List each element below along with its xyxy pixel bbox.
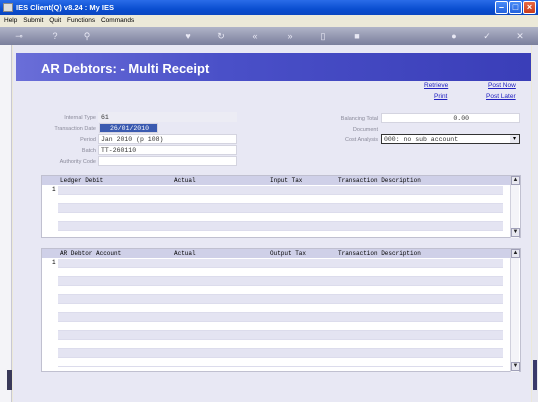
batch-field[interactable]: TT-260110 (98, 145, 237, 155)
column-header: Output Tax (270, 250, 307, 257)
internal-type-label: Internal Type (64, 115, 96, 121)
retrieve-link[interactable]: Retrieve (424, 82, 448, 89)
scroll-down-icon[interactable]: ▼ (511, 228, 520, 237)
side-marker (7, 370, 12, 390)
table-row[interactable] (58, 304, 503, 313)
scroll-up-icon[interactable]: ▲ (511, 176, 520, 185)
ar-debtor-grid: AR Debtor Account Actual Output Tax Tran… (41, 248, 521, 372)
heart-icon[interactable]: ♥ (183, 31, 193, 41)
authority-code-field[interactable] (98, 156, 237, 166)
column-header: Actual (174, 177, 196, 184)
page-title: AR Debtors: - Multi Receipt (16, 53, 531, 81)
app-icon (3, 3, 13, 12)
print-link[interactable]: Print (434, 93, 447, 100)
key-icon[interactable]: ⊸ (8, 31, 30, 41)
table-row[interactable] (58, 259, 503, 268)
table-row[interactable] (58, 195, 503, 204)
maximize-button[interactable]: □ (509, 1, 522, 14)
table-row[interactable] (58, 204, 503, 213)
balancing-total-field: 0.00 (381, 113, 520, 123)
table-row[interactable] (58, 322, 503, 331)
scroll-down-icon[interactable]: ▼ (511, 362, 520, 371)
grid-header: Ledger Debit Actual Input Tax Transactio… (42, 176, 520, 185)
cost-analysis-select[interactable]: 000: no sub account (381, 134, 520, 144)
table-row[interactable] (58, 277, 503, 286)
column-header: Transaction Description (338, 177, 421, 184)
menu-functions[interactable]: Functions (67, 15, 95, 26)
document-icon[interactable]: ▯ (318, 31, 328, 41)
stop-icon[interactable]: ■ (352, 31, 362, 41)
column-header: Actual (174, 250, 196, 257)
cost-analysis-label: Cost Analysis (344, 137, 378, 143)
menu-submit[interactable]: Submit (23, 15, 43, 26)
table-row[interactable] (58, 313, 503, 322)
main-content: AR Debtors: - Multi Receipt Retrieve Pri… (13, 45, 531, 402)
table-row[interactable] (58, 268, 503, 277)
vertical-scrollbar[interactable]: ▲ ▼ (510, 249, 520, 372)
row-number: 1 (52, 259, 56, 266)
left-side-strip (0, 45, 12, 402)
table-row[interactable] (58, 331, 503, 340)
title-bar: IES Client(Q) v8.24 : My IES – □ × (0, 0, 538, 15)
refresh-icon[interactable]: ↻ (216, 31, 226, 41)
side-marker (533, 360, 537, 390)
period-field[interactable]: Jan 2010 (p 108) (98, 134, 237, 144)
internal-type-field: 61 (98, 112, 237, 122)
row-number: 1 (52, 186, 56, 193)
period-label: Period (80, 137, 96, 143)
menu-commands[interactable]: Commands (101, 15, 134, 26)
close-icon[interactable]: ✕ (515, 31, 525, 41)
table-row[interactable] (58, 213, 503, 222)
rewind-icon[interactable]: « (250, 31, 260, 41)
search-icon[interactable]: ⚲ (82, 31, 92, 41)
column-header: Input Tax (270, 177, 303, 184)
table-row[interactable] (58, 358, 503, 367)
table-row[interactable] (58, 186, 503, 195)
forward-icon[interactable]: » (285, 31, 295, 41)
help-icon[interactable]: ? (50, 31, 60, 41)
table-row[interactable] (58, 340, 503, 349)
document-label: Document (352, 127, 378, 133)
post-later-link[interactable]: Post Later (486, 93, 516, 100)
column-header: AR Debtor Account (60, 250, 122, 257)
ledger-debit-grid: Ledger Debit Actual Input Tax Transactio… (41, 175, 521, 238)
transaction-date-field[interactable]: 26/01/2010 (99, 123, 158, 133)
table-row[interactable] (58, 295, 503, 304)
check-icon[interactable]: ✓ (482, 31, 492, 41)
close-button[interactable]: × (523, 1, 536, 14)
scroll-up-icon[interactable]: ▲ (511, 249, 520, 258)
column-header: Transaction Description (338, 250, 421, 257)
transaction-date-label: Transaction Date (54, 126, 96, 132)
right-side-strip (532, 45, 538, 402)
batch-label: Batch (81, 148, 96, 154)
menu-quit[interactable]: Quit (49, 15, 61, 26)
balancing-total-label: Balancing Total (340, 116, 378, 122)
menu-bar: Help Submit Quit Functions Commands (0, 15, 538, 26)
table-row[interactable] (58, 349, 503, 358)
dropdown-arrow-icon[interactable]: ▾ (510, 135, 519, 143)
window-title: IES Client(Q) v8.24 : My IES (16, 3, 114, 12)
vertical-scrollbar[interactable]: ▲ ▼ (510, 176, 520, 238)
column-header: Ledger Debit (60, 177, 104, 184)
table-row[interactable] (58, 222, 503, 231)
minimize-button[interactable]: – (495, 1, 508, 14)
toolbar: ⊸ ? ⚲ ♥ ↻ « » ▯ ■ ● ✓ ✕ (0, 27, 538, 45)
globe-icon[interactable]: ● (449, 31, 459, 41)
post-now-link[interactable]: Post Now (488, 82, 516, 89)
grid-header: AR Debtor Account Actual Output Tax Tran… (42, 249, 520, 258)
authority-code-label: Authority Code (59, 159, 96, 165)
menu-help[interactable]: Help (4, 15, 17, 26)
table-row[interactable] (58, 286, 503, 295)
